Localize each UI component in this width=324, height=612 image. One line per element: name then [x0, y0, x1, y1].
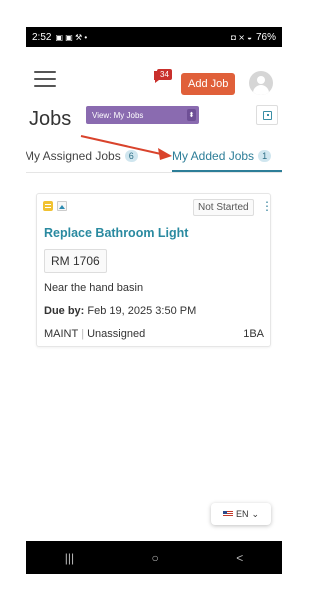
- tab-label: My Added Jobs: [172, 149, 255, 163]
- avatar[interactable]: [249, 71, 273, 95]
- home-icon[interactable]: ○: [152, 551, 159, 565]
- chevron-down-icon: ⌄: [251, 508, 260, 519]
- export-button[interactable]: [256, 105, 278, 125]
- more-options-icon[interactable]: ⋮: [261, 199, 273, 213]
- status-bar: 2:52 ▣ ▣ ⚒ • ◘ ⨯ ◒ 76%: [26, 27, 282, 47]
- back-icon[interactable]: <: [236, 551, 243, 565]
- job-title[interactable]: Replace Bathroom Light: [44, 226, 188, 240]
- us-flag-icon: [222, 511, 233, 517]
- tab-count: 1: [258, 150, 272, 162]
- export-icon: [263, 111, 272, 120]
- app-header: 34 Add Job: [26, 47, 282, 105]
- status-right-icons: ◘ ⨯ ◒: [231, 32, 252, 42]
- status-left-icons: ▣ ▣ ⚒ •: [55, 32, 88, 42]
- view-select-label: View: My Jobs: [92, 110, 144, 120]
- notification-count: 34: [157, 69, 172, 80]
- language-label: EN: [235, 509, 249, 519]
- tab-my-assigned-jobs[interactable]: My Assigned Jobs 6: [26, 149, 138, 163]
- due-value: Feb 19, 2025 3:50 PM: [87, 305, 197, 317]
- add-job-button[interactable]: Add Job: [181, 73, 236, 95]
- view-select[interactable]: View: My Jobs ⬍: [86, 106, 199, 124]
- page-title: Jobs: [29, 108, 72, 130]
- room-badge: RM 1706: [44, 249, 107, 273]
- due-date: Due by: Feb 19, 2025 3:50 PM: [44, 305, 196, 317]
- battery-level: 76%: [255, 31, 276, 43]
- status-time: 2:52: [32, 31, 52, 43]
- tabs-divider: [26, 172, 282, 173]
- job-description: Near the hand basin: [44, 282, 144, 294]
- image-icon: [57, 201, 67, 211]
- phone-screen: 2:52 ▣ ▣ ⚒ • ◘ ⨯ ◒ 76% 34 Add Job Jobs V…: [26, 27, 282, 574]
- menu-icon[interactable]: [34, 71, 56, 87]
- job-code: 1BA: [243, 328, 264, 340]
- select-caret-icon: ⬍: [187, 109, 196, 121]
- status-badge: Not Started: [193, 199, 254, 216]
- recents-icon[interactable]: |||: [65, 551, 74, 565]
- assignee: Unassigned: [87, 328, 146, 340]
- tab-label: My Assigned Jobs: [26, 149, 121, 163]
- note-icon: [43, 201, 53, 211]
- due-label: Due by:: [44, 305, 85, 317]
- tab-count: 6: [124, 150, 138, 162]
- job-meta: MAINT | Unassigned: [44, 328, 146, 340]
- language-selector[interactable]: EN ⌄: [211, 503, 271, 525]
- department: MAINT: [44, 328, 79, 340]
- system-nav-bar: ||| ○ <: [26, 541, 282, 574]
- tab-my-added-jobs[interactable]: My Added Jobs 1: [172, 149, 272, 163]
- job-card[interactable]: Not Started ⋮ Replace Bathroom Light RM …: [36, 193, 273, 347]
